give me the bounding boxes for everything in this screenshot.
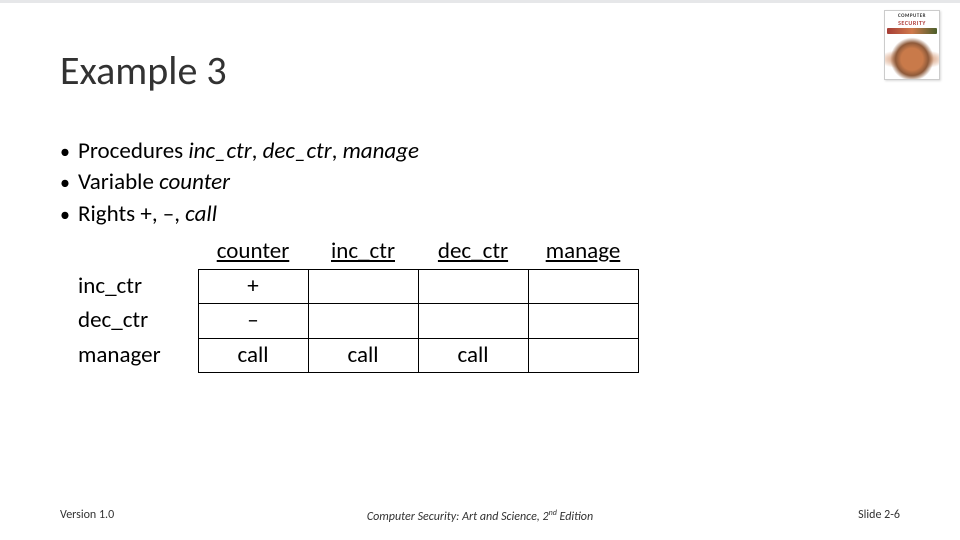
bullet-dot-icon — [60, 168, 78, 197]
row-header-inc-ctr: inc_ctr — [78, 269, 198, 303]
footer-slide-number: Slide 2-6 — [858, 508, 900, 522]
cell — [528, 304, 638, 338]
book-cover-thumbnail: COMPUTER SECURITY — [884, 10, 940, 80]
access-matrix-table: counter inc_ctr dec_ctr manage inc_ctr +… — [78, 235, 639, 373]
bullet-dot-icon — [60, 200, 78, 229]
rights-symbols: +, –, — [140, 200, 185, 228]
cell — [308, 304, 418, 338]
top-stripe — [0, 0, 960, 3]
book-title-line2: SECURITY — [885, 19, 939, 27]
bullet-procedures: Procedures inc_ctr, dec_ctr, manage — [60, 137, 900, 166]
bullet-text: Procedures inc_ctr, dec_ctr, manage — [78, 137, 900, 166]
footer-version: Version 1.0 — [60, 508, 114, 522]
sep: , — [252, 137, 263, 165]
footer-citation: Computer Security: Art and Science, 2nd … — [367, 508, 593, 524]
cell — [528, 269, 638, 303]
italic-term: inc_ctr — [188, 137, 251, 165]
cell — [418, 269, 528, 303]
table-row: manager call call call — [78, 338, 638, 372]
table-corner-cell — [78, 235, 198, 269]
bullet-dot-icon — [60, 137, 78, 166]
table-row: dec_ctr – — [78, 304, 638, 338]
book-accent-bar — [887, 28, 937, 34]
footer-citation-post: Edition — [557, 510, 593, 524]
italic-term: dec_ctr — [263, 137, 332, 165]
table-row: inc_ctr + — [78, 269, 638, 303]
cell: + — [198, 269, 308, 303]
col-header-manage: manage — [528, 235, 638, 269]
cell — [308, 269, 418, 303]
bullet-prefix: Variable — [78, 168, 159, 196]
footer-citation-sup: nd — [549, 508, 557, 518]
italic-term: manage — [343, 137, 419, 165]
slide-content: Procedures inc_ctr, dec_ctr, manage Vari… — [60, 137, 900, 373]
row-header-dec-ctr: dec_ctr — [78, 304, 198, 338]
table-header-row: counter inc_ctr dec_ctr manage — [78, 235, 638, 269]
bullet-variable: Variable counter — [60, 168, 900, 197]
cell: call — [418, 338, 528, 372]
book-moth-graphic — [885, 35, 939, 79]
cell: call — [308, 338, 418, 372]
italic-term: counter — [159, 168, 230, 196]
col-header-dec-ctr: dec_ctr — [418, 235, 528, 269]
bullet-text: Rights +, –, call — [78, 200, 900, 229]
bullet-text: Variable counter — [78, 168, 900, 197]
italic-term: call — [185, 200, 217, 228]
book-title-line1: COMPUTER — [885, 11, 939, 19]
row-header-manager: manager — [78, 338, 198, 372]
slide-footer: Version 1.0 Computer Security: Art and S… — [60, 508, 900, 522]
col-header-inc-ctr: inc_ctr — [308, 235, 418, 269]
sep: , — [332, 137, 343, 165]
cell — [418, 304, 528, 338]
bullet-prefix: Procedures — [78, 137, 188, 165]
col-header-counter: counter — [198, 235, 308, 269]
bullet-rights: Rights +, –, call — [60, 200, 900, 229]
slide-title: Example 3 — [60, 46, 900, 95]
slide: COMPUTER SECURITY Example 3 Procedures i… — [0, 0, 960, 540]
footer-citation-pre: Computer Security: Art and Science, 2 — [367, 510, 549, 524]
bullet-prefix: Rights — [78, 200, 140, 228]
cell: call — [198, 338, 308, 372]
cell: – — [198, 304, 308, 338]
cell — [528, 338, 638, 372]
